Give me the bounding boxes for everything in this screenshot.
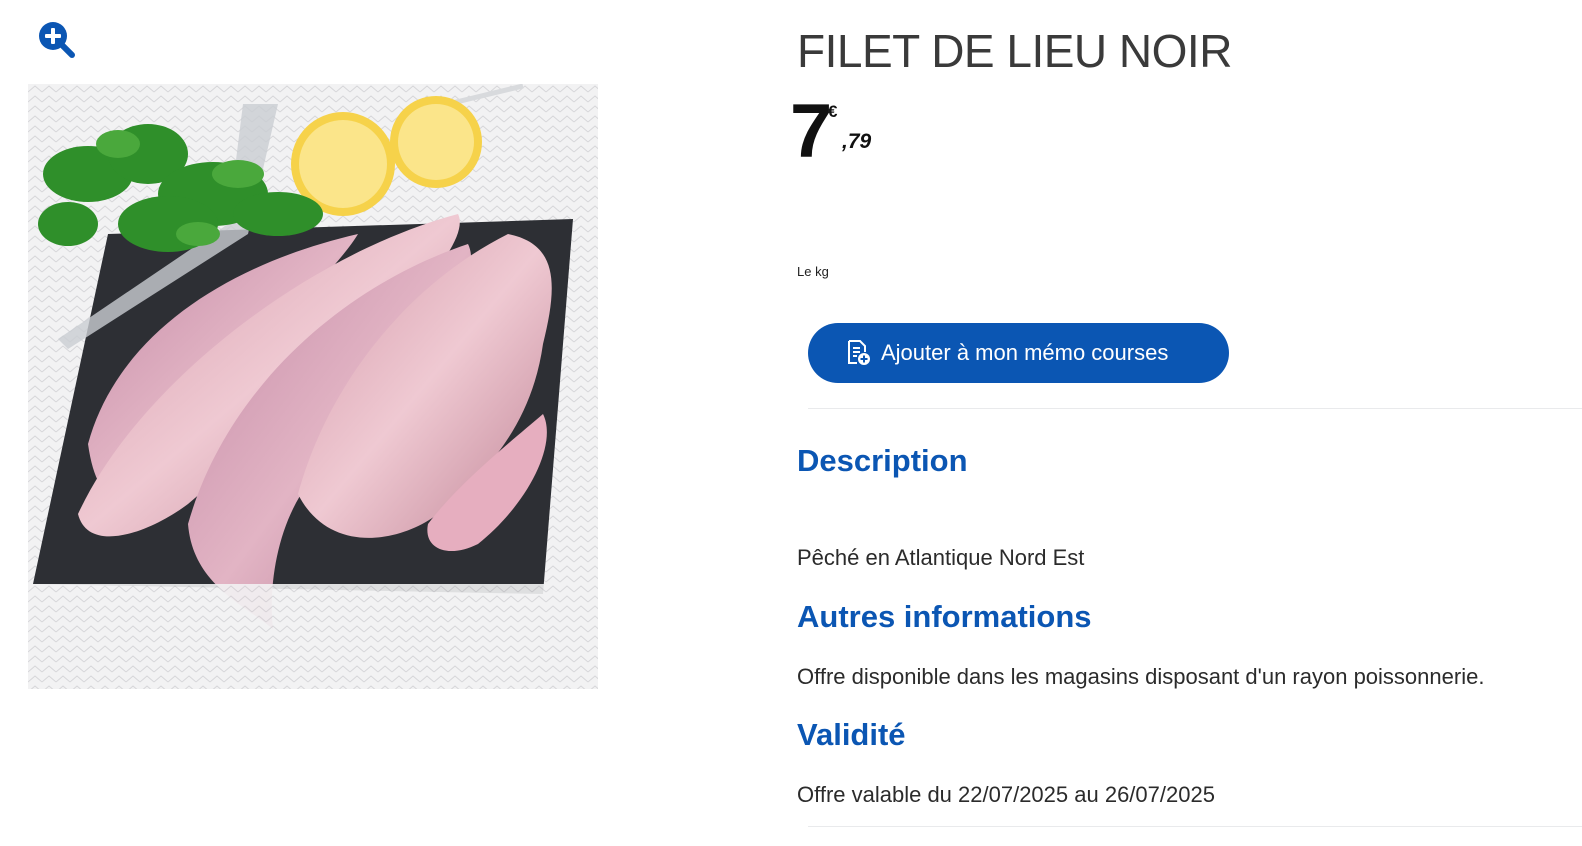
description-heading: Description	[797, 443, 968, 478]
description-text: Pêché en Atlantique Nord Est	[797, 545, 1085, 570]
add-to-memo-label: Ajouter à mon mémo courses	[881, 340, 1169, 365]
validity-heading: Validité	[797, 717, 906, 752]
price-currency: €	[828, 102, 838, 121]
product-image[interactable]	[28, 84, 598, 689]
other-info-text: Offre disponible dans les magasins dispo…	[797, 664, 1485, 689]
add-to-memo-button[interactable]: Ajouter à mon mémo courses	[808, 323, 1229, 383]
price-unit: Le kg	[797, 264, 829, 279]
product-title: FILET DE LIEU NOIR	[797, 25, 1232, 77]
price-decimals: ,79	[842, 130, 872, 153]
divider	[808, 408, 1582, 409]
validity-text: Offre valable du 22/07/2025 au 26/07/202…	[797, 782, 1215, 807]
shopping-list-add-icon	[848, 340, 870, 365]
price: 7 € ,79	[790, 92, 950, 172]
price-integer: 7	[790, 89, 832, 174]
divider	[808, 826, 1582, 827]
zoom-in-icon	[39, 22, 75, 58]
other-info-heading: Autres informations	[797, 599, 1092, 634]
zoom-button[interactable]	[34, 18, 78, 62]
